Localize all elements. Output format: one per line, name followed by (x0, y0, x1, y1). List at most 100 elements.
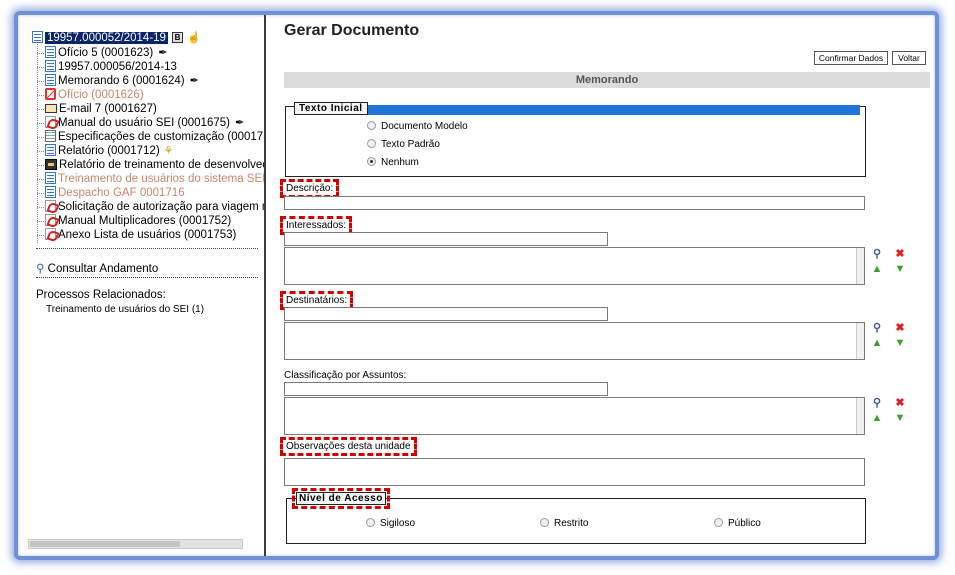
interessados-label: Interessados: (279, 216, 353, 235)
cancelled-icon (45, 88, 56, 100)
tree-item[interactable]: Treinamento de usuários do sistema SEI (32, 172, 264, 186)
radio-label: Restrito (554, 518, 589, 529)
remove-icon[interactable]: ✖ (894, 322, 906, 334)
search-icon[interactable]: ⚲ (871, 322, 883, 334)
move-down-icon[interactable]: ▼ (894, 412, 906, 424)
video-icon (45, 159, 57, 170)
tree-item[interactable]: Relatório (0001712) ⚘ (32, 144, 264, 158)
section-header: Memorando (284, 72, 930, 88)
tree-connector (37, 235, 44, 236)
destinatarios-input[interactable] (284, 307, 608, 321)
search-icon[interactable]: ⚲ (871, 248, 883, 260)
tree-item-label[interactable]: Treinamento de usuários do sistema SEI (58, 173, 264, 185)
tree-item-label[interactable]: Ofício (0001626) (58, 89, 144, 101)
tree-connector (37, 95, 44, 96)
radio-label: Texto Padrão (381, 139, 440, 150)
move-up-icon[interactable]: ▲ (871, 263, 883, 275)
tree-item[interactable]: Solicitação de autorização para viagem n (32, 200, 264, 214)
observacoes-textarea[interactable] (284, 458, 865, 486)
badge-b-icon[interactable]: B (171, 32, 183, 44)
tree-item-label[interactable]: Anexo Lista de usuários (0001753) (58, 229, 236, 241)
radio-texto-padrao[interactable]: Texto Padrão (367, 139, 440, 150)
radio-button[interactable] (367, 139, 376, 148)
tree-item[interactable]: Memorando 6 (0001624) ✒ (32, 74, 264, 88)
texto-inicial-legend: Texto Inicial (294, 102, 368, 115)
scrollbar-thumb[interactable] (30, 541, 180, 547)
radio-sigiloso[interactable]: Sigiloso (366, 518, 415, 529)
move-down-icon[interactable]: ▼ (894, 263, 906, 275)
pdf-icon (45, 228, 56, 240)
radio-restrito[interactable]: Restrito (540, 518, 588, 529)
tree-root[interactable]: 19957.000052/2014-19 B ☝ (32, 30, 264, 46)
radio-button[interactable] (714, 518, 723, 527)
classificacao-label: Classificação por Assuntos: (284, 370, 407, 381)
tree-item-label[interactable]: Especificações de customização (000171 (58, 131, 264, 143)
tree-item[interactable]: Especificações de customização (000171 (32, 130, 264, 144)
tree-item-label[interactable]: Ofício 5 (0001623) (58, 47, 153, 59)
document-icon (45, 74, 56, 86)
tree-item[interactable]: Despacho GAF 0001716 (32, 186, 264, 200)
key-icon[interactable]: ⚘ (164, 145, 174, 157)
tree-item[interactable]: Ofício 5 (0001623) ✒ (32, 46, 264, 60)
document-icon (45, 172, 56, 184)
tree-item-label[interactable]: Solicitação de autorização para viagem n (58, 201, 264, 213)
radio-button[interactable] (367, 121, 376, 130)
list-scrollbar[interactable] (856, 323, 864, 359)
interessados-list[interactable] (284, 247, 865, 285)
tree-item[interactable]: E-mail 7 (0001627) (32, 102, 264, 116)
tree-connector (37, 123, 44, 124)
tree-root-label[interactable]: 19957.000052/2014-19 (45, 32, 168, 44)
tree-connector (37, 67, 44, 68)
tree-item-label[interactable]: 19957.000056/2014-13 (58, 61, 177, 73)
radio-button-checked[interactable] (367, 157, 376, 166)
descricao-input[interactable] (284, 196, 865, 210)
radio-button[interactable] (540, 518, 549, 527)
move-up-icon[interactable]: ▲ (871, 412, 883, 424)
radio-nenhum[interactable]: Nenhum (367, 157, 419, 168)
pen-icon[interactable]: ✒ (235, 117, 244, 129)
tree-item[interactable]: 19957.000056/2014-13 (32, 60, 264, 74)
tree-item-label[interactable]: Relatório de treinamento de desenvolvec (59, 159, 264, 171)
hand-icon[interactable]: ☝ (187, 32, 201, 44)
processo-relacionado-link[interactable]: Treinamento de usuários do SEI (1) (46, 304, 204, 315)
list-scrollbar[interactable] (856, 398, 864, 434)
tree-item-label[interactable]: E-mail 7 (0001627) (59, 103, 157, 115)
tree-item-label[interactable]: Manual Multiplicadores (0001752) (58, 215, 231, 227)
spreadsheet-icon (45, 130, 56, 142)
tree-connector (37, 221, 44, 222)
move-down-icon[interactable]: ▼ (894, 337, 906, 349)
tree-item-label[interactable]: Memorando 6 (0001624) (58, 75, 185, 87)
voltar-button[interactable]: Voltar (892, 51, 926, 65)
remove-icon[interactable]: ✖ (894, 397, 906, 409)
radio-publico[interactable]: Público (714, 518, 761, 529)
nivel-acesso-legend: Nível de Acesso (292, 488, 390, 509)
pen-icon[interactable]: ✒ (190, 75, 199, 87)
tree-item[interactable]: Manual do usuário SEI (0001675) ✒ (32, 116, 264, 130)
radio-button[interactable] (366, 518, 375, 527)
radio-documento-modelo[interactable]: Documento Modelo (367, 121, 468, 132)
consultar-andamento-link[interactable]: ⚲ Consultar Andamento (36, 261, 158, 275)
tree-item[interactable]: Manual Multiplicadores (0001752) (32, 214, 264, 228)
interessados-input[interactable] (284, 232, 608, 246)
horizontal-scrollbar[interactable] (28, 539, 243, 549)
consultar-label[interactable]: Consultar Andamento (48, 263, 159, 275)
search-icon[interactable]: ⚲ (871, 397, 883, 409)
tree-item-label[interactable]: Despacho GAF 0001716 (58, 187, 185, 199)
document-icon (45, 46, 56, 58)
pen-icon[interactable]: ✒ (158, 47, 167, 59)
tree-item-label[interactable]: Manual do usuário SEI (0001675) (58, 117, 230, 129)
move-up-icon[interactable]: ▲ (871, 337, 883, 349)
form-pane: Gerar Documento Confirmar Dados Voltar M… (266, 15, 935, 556)
confirmar-dados-button[interactable]: Confirmar Dados (814, 51, 888, 65)
tree-item[interactable]: Ofício (0001626) (32, 88, 264, 102)
remove-icon[interactable]: ✖ (894, 248, 906, 260)
classificacao-list[interactable] (284, 397, 865, 435)
destinatarios-list[interactable] (284, 322, 865, 360)
tree-item[interactable]: Relatório de treinamento de desenvolvec (32, 158, 264, 172)
tree-connector (37, 165, 44, 166)
list-scrollbar[interactable] (856, 248, 864, 284)
classificacao-input[interactable] (284, 382, 608, 396)
tree-item[interactable]: Anexo Lista de usuários (0001753) (32, 228, 264, 242)
tree-item-label[interactable]: Relatório (0001712) (58, 145, 160, 157)
process-icon (45, 60, 56, 72)
